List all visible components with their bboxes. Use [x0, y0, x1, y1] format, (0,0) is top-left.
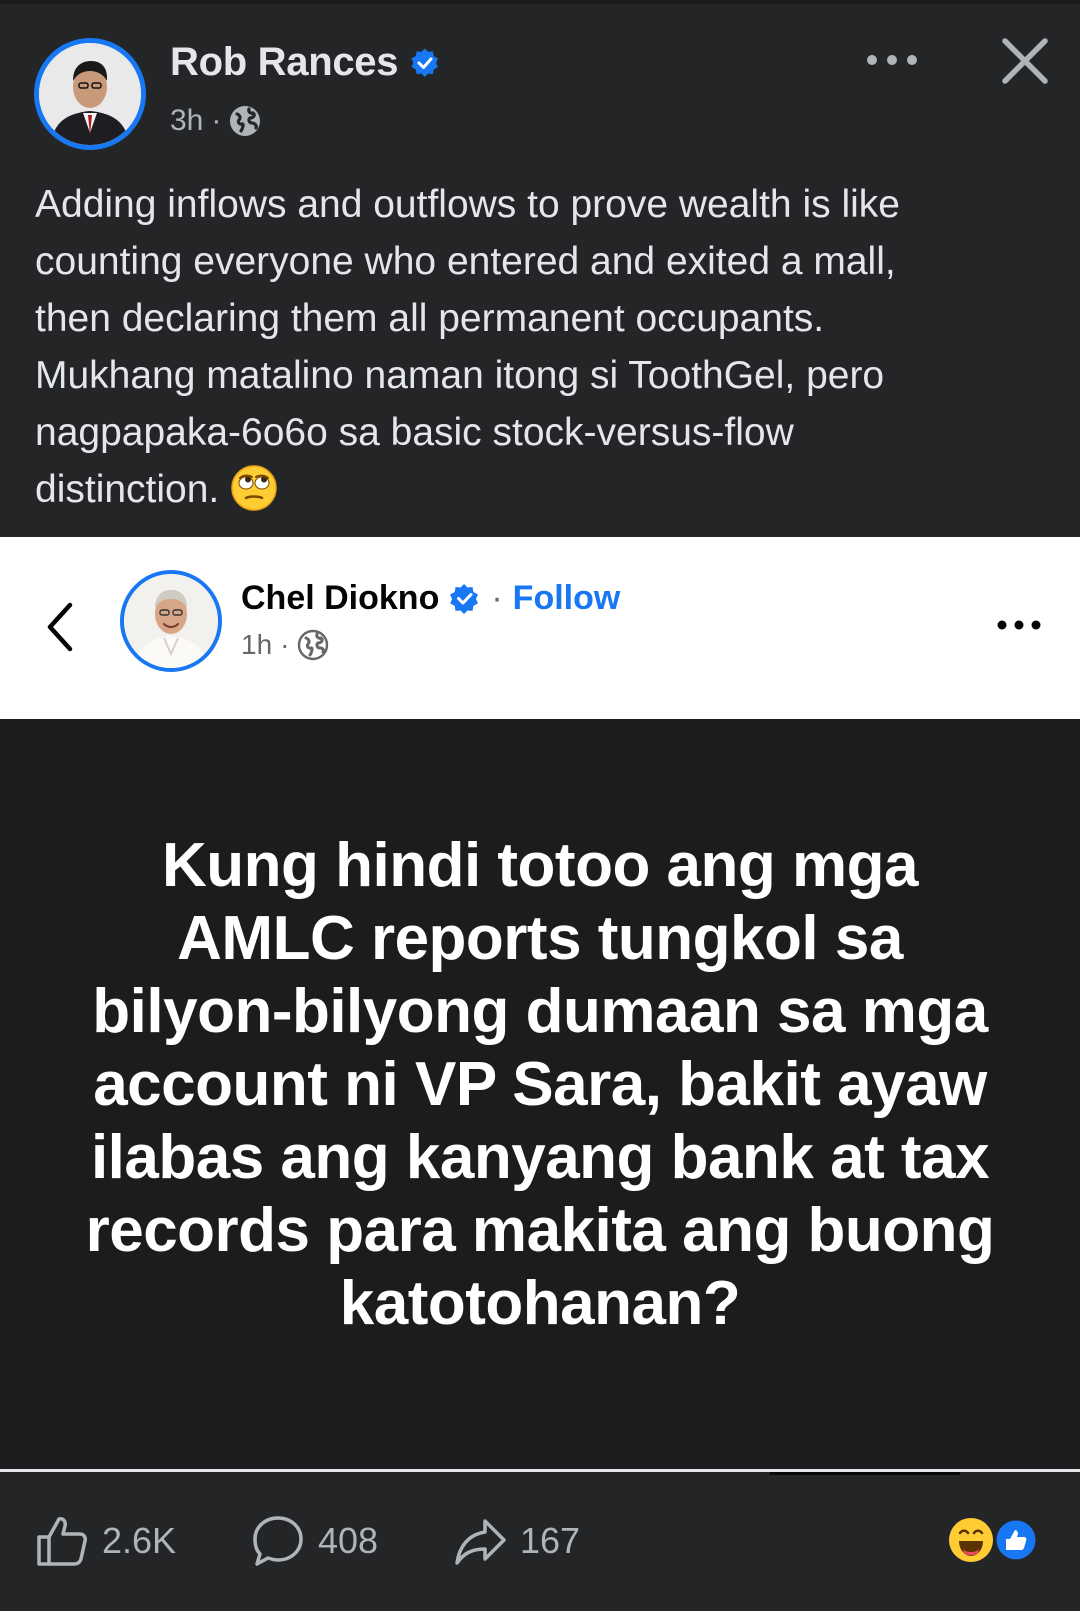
like-button[interactable]: 2.6K — [34, 1513, 176, 1569]
thumbs-up-icon — [37, 1517, 87, 1566]
action-bar: 2.6K 408 167 — [0, 1475, 1080, 1611]
post-meta: 3h · — [170, 104, 261, 138]
meta-separator: · — [280, 629, 290, 660]
avatar-person-icon — [124, 574, 218, 668]
shared-post-quote-image[interactable]: Kung hindi totoo ang mga AMLC reports tu… — [0, 719, 1080, 1469]
post-text-line: distinction. — [35, 468, 220, 511]
author-name[interactable]: Rob Rances — [170, 40, 398, 85]
avatar-person-icon — [39, 43, 141, 145]
author-avatar[interactable] — [34, 38, 146, 150]
globe-icon — [230, 106, 261, 136]
meta-separator: · — [211, 104, 222, 137]
follow-separator: · — [491, 579, 503, 617]
post-text-line-last: distinction. — [35, 461, 1045, 518]
share-button[interactable]: 167 — [452, 1513, 580, 1569]
like-reaction-icon — [993, 1517, 1039, 1563]
globe-icon — [298, 629, 329, 661]
comment-button[interactable]: 408 — [250, 1513, 378, 1569]
post-text: Adding inflows and outflows to prove wea… — [35, 176, 1045, 518]
more-options-icon[interactable] — [862, 48, 922, 72]
quote-line: AMLC reports tungkol sa — [177, 904, 903, 973]
quote-line: bilyon-bilyong dumaan sa mga — [92, 977, 988, 1046]
haha-reaction-icon — [949, 1518, 993, 1562]
shared-post-header: Chel Diokno · Follow 1h · — [0, 537, 1080, 719]
post-text-line: then declaring them all permanent occupa… — [35, 297, 825, 340]
author-name-text[interactable]: Rob Rances — [170, 40, 398, 84]
shared-author-avatar[interactable] — [120, 570, 222, 672]
comment-bubble-icon — [253, 1516, 303, 1566]
eye-roll-emoji-icon — [231, 465, 277, 511]
verified-badge-icon — [411, 48, 439, 77]
share-count: 167 — [520, 1520, 581, 1561]
post-text-line: nagpapaka-6o6o sa basic stock-versus-flo… — [35, 411, 794, 454]
shared-post-time[interactable]: 1h — [241, 629, 272, 661]
follow-button[interactable]: Follow — [513, 579, 621, 618]
quote-line: Kung hindi totoo ang mga — [162, 831, 918, 900]
quote-line: katotohanan? — [339, 1269, 741, 1338]
comment-count: 408 — [318, 1520, 379, 1561]
post-text-line: Mukhang matalino naman itong si ToothGel… — [35, 354, 885, 397]
like-count: 2.6K — [102, 1520, 177, 1561]
post-header: Rob Rances 3h · — [0, 0, 1080, 170]
quote-line: ilabas ang kanyang bank at tax — [90, 1123, 990, 1192]
post-viewer: Rob Rances 3h · Adding inflows and outfl… — [0, 0, 1080, 1611]
chevron-left-icon[interactable] — [40, 597, 80, 657]
shared-author-name[interactable]: Chel Diokno — [241, 579, 439, 618]
post-text-line: Adding inflows and outflows to prove wea… — [35, 183, 900, 226]
shared-post-meta: 1h · — [241, 629, 329, 661]
share-arrow-icon — [455, 1519, 506, 1565]
quote-text: Kung hindi totoo ang mga AMLC reports tu… — [60, 829, 1020, 1340]
shared-author-line: Chel Diokno · Follow — [241, 579, 620, 618]
quote-line: records para makita ang buong — [85, 1196, 995, 1265]
verified-badge-icon — [450, 583, 479, 614]
more-options-icon[interactable] — [994, 615, 1044, 635]
close-icon[interactable] — [1000, 36, 1050, 86]
post-text-line: counting everyone who entered and exited… — [35, 240, 896, 283]
post-time[interactable]: 3h — [170, 104, 203, 138]
reactions-summary[interactable] — [948, 1515, 1040, 1565]
quote-line: account ni VP Sara, bakit ayaw — [93, 1050, 987, 1119]
